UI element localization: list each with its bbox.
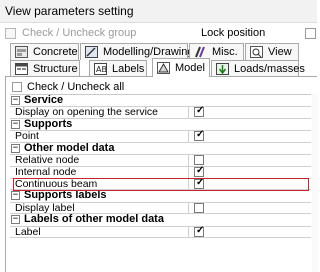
checkmark-icon: ✓ xyxy=(196,164,205,176)
collapse-icon[interactable]: − xyxy=(11,191,20,201)
setting-label: Display on opening the service xyxy=(15,106,159,119)
lock-position-label: Lock position xyxy=(201,27,266,39)
modelling-drawing-icon xyxy=(85,46,98,58)
settings-grid: − Service Display on opening the service… xyxy=(10,94,311,252)
tab-view-label: View xyxy=(268,46,292,58)
group-label: Labels of other model data xyxy=(24,213,164,226)
structure-icon xyxy=(15,63,28,75)
loads-masses-icon xyxy=(216,63,229,75)
tab-model-label: Model xyxy=(175,62,205,74)
lock-position-checkbox[interactable] xyxy=(305,28,316,39)
setting-checkbox[interactable]: ✓ xyxy=(194,129,205,142)
tab-modelling-drawing-label: Modelling/Drawing xyxy=(103,46,194,58)
check-uncheck-group-checkbox[interactable] xyxy=(5,28,16,39)
tab-loads-masses-label: Loads/masses xyxy=(234,63,305,75)
collapse-icon[interactable]: − xyxy=(11,119,20,129)
collapse-icon[interactable]: − xyxy=(11,143,20,153)
concrete-icon xyxy=(15,46,28,58)
column-divider xyxy=(188,107,189,118)
setting-label: Display label xyxy=(15,201,75,214)
group-row-labels-other-model-data[interactable]: − Labels of other model data xyxy=(10,213,311,227)
tab-structure-label: Structure xyxy=(33,63,78,75)
tab-misc-label: Misc. xyxy=(212,46,238,58)
tab-view[interactable]: View xyxy=(245,43,299,60)
top-options-row: Check / Uncheck group Lock position xyxy=(0,23,317,41)
model-panel: Check / Uncheck all − Service Display on… xyxy=(5,77,318,272)
checkmark-icon: ✓ xyxy=(196,129,205,141)
column-divider xyxy=(188,131,189,142)
check-all-checkbox[interactable] xyxy=(12,82,22,92)
group-row-supports[interactable]: − Supports xyxy=(10,117,311,132)
svg-text:AB: AB xyxy=(96,65,107,74)
checkmark-icon: ✓ xyxy=(196,105,205,117)
setting-checkbox[interactable]: ✓ xyxy=(194,224,205,237)
setting-label: Label xyxy=(15,225,41,238)
check-uncheck-group-label: Check / Uncheck group xyxy=(22,27,137,39)
title-bar: View parameters setting xyxy=(0,0,317,23)
setting-checkbox[interactable]: ✓ xyxy=(194,105,205,118)
misc-icon xyxy=(194,46,207,58)
tab-labels[interactable]: AB Labels xyxy=(89,60,147,77)
collapse-icon[interactable]: − xyxy=(11,215,20,225)
setting-label: Relative node xyxy=(15,154,80,167)
column-divider xyxy=(188,202,189,214)
model-icon xyxy=(157,62,170,74)
setting-label: Point xyxy=(15,130,39,143)
column-divider xyxy=(188,155,189,166)
tab-labels-label: Labels xyxy=(112,63,145,75)
tab-strip: Concrete Modelling/Drawing Misc. View St… xyxy=(0,41,317,77)
group-label: Supports labels xyxy=(24,189,107,202)
labels-icon: AB xyxy=(94,63,107,75)
tab-concrete-label: Concrete xyxy=(33,46,78,58)
group-row-supports-labels[interactable]: − Supports labels xyxy=(10,189,311,203)
collapse-icon[interactable]: − xyxy=(11,96,20,105)
column-divider xyxy=(188,166,189,178)
checkmark-icon: ✓ xyxy=(196,224,205,236)
tab-model[interactable]: Model xyxy=(152,58,210,77)
group-label: Other model data xyxy=(24,141,115,154)
tab-concrete[interactable]: Concrete xyxy=(10,43,79,60)
setting-checkbox[interactable] xyxy=(194,155,204,166)
tab-structure[interactable]: Structure xyxy=(10,60,80,77)
column-divider xyxy=(188,226,189,238)
group-label: Supports xyxy=(24,117,73,130)
setting-label: Internal node xyxy=(15,165,77,178)
check-all-label: Check / Uncheck all xyxy=(27,81,125,93)
scrollbar-track[interactable] xyxy=(312,94,318,272)
setting-checkbox[interactable] xyxy=(194,202,204,213)
tab-loads-masses[interactable]: Loads/masses xyxy=(211,60,305,77)
group-label: Service xyxy=(24,94,64,106)
setting-checkbox[interactable]: ✓ xyxy=(194,164,205,177)
setting-row-label: Label ✓ xyxy=(10,224,311,239)
highlight-frame xyxy=(13,177,309,191)
setting-row-continuous-beam: Continuous beam ✓ xyxy=(10,177,311,191)
window-title: View parameters setting xyxy=(5,4,134,18)
check-uncheck-all[interactable]: Check / Uncheck all xyxy=(12,81,124,93)
empty-row xyxy=(10,238,311,252)
view-icon xyxy=(250,46,263,58)
